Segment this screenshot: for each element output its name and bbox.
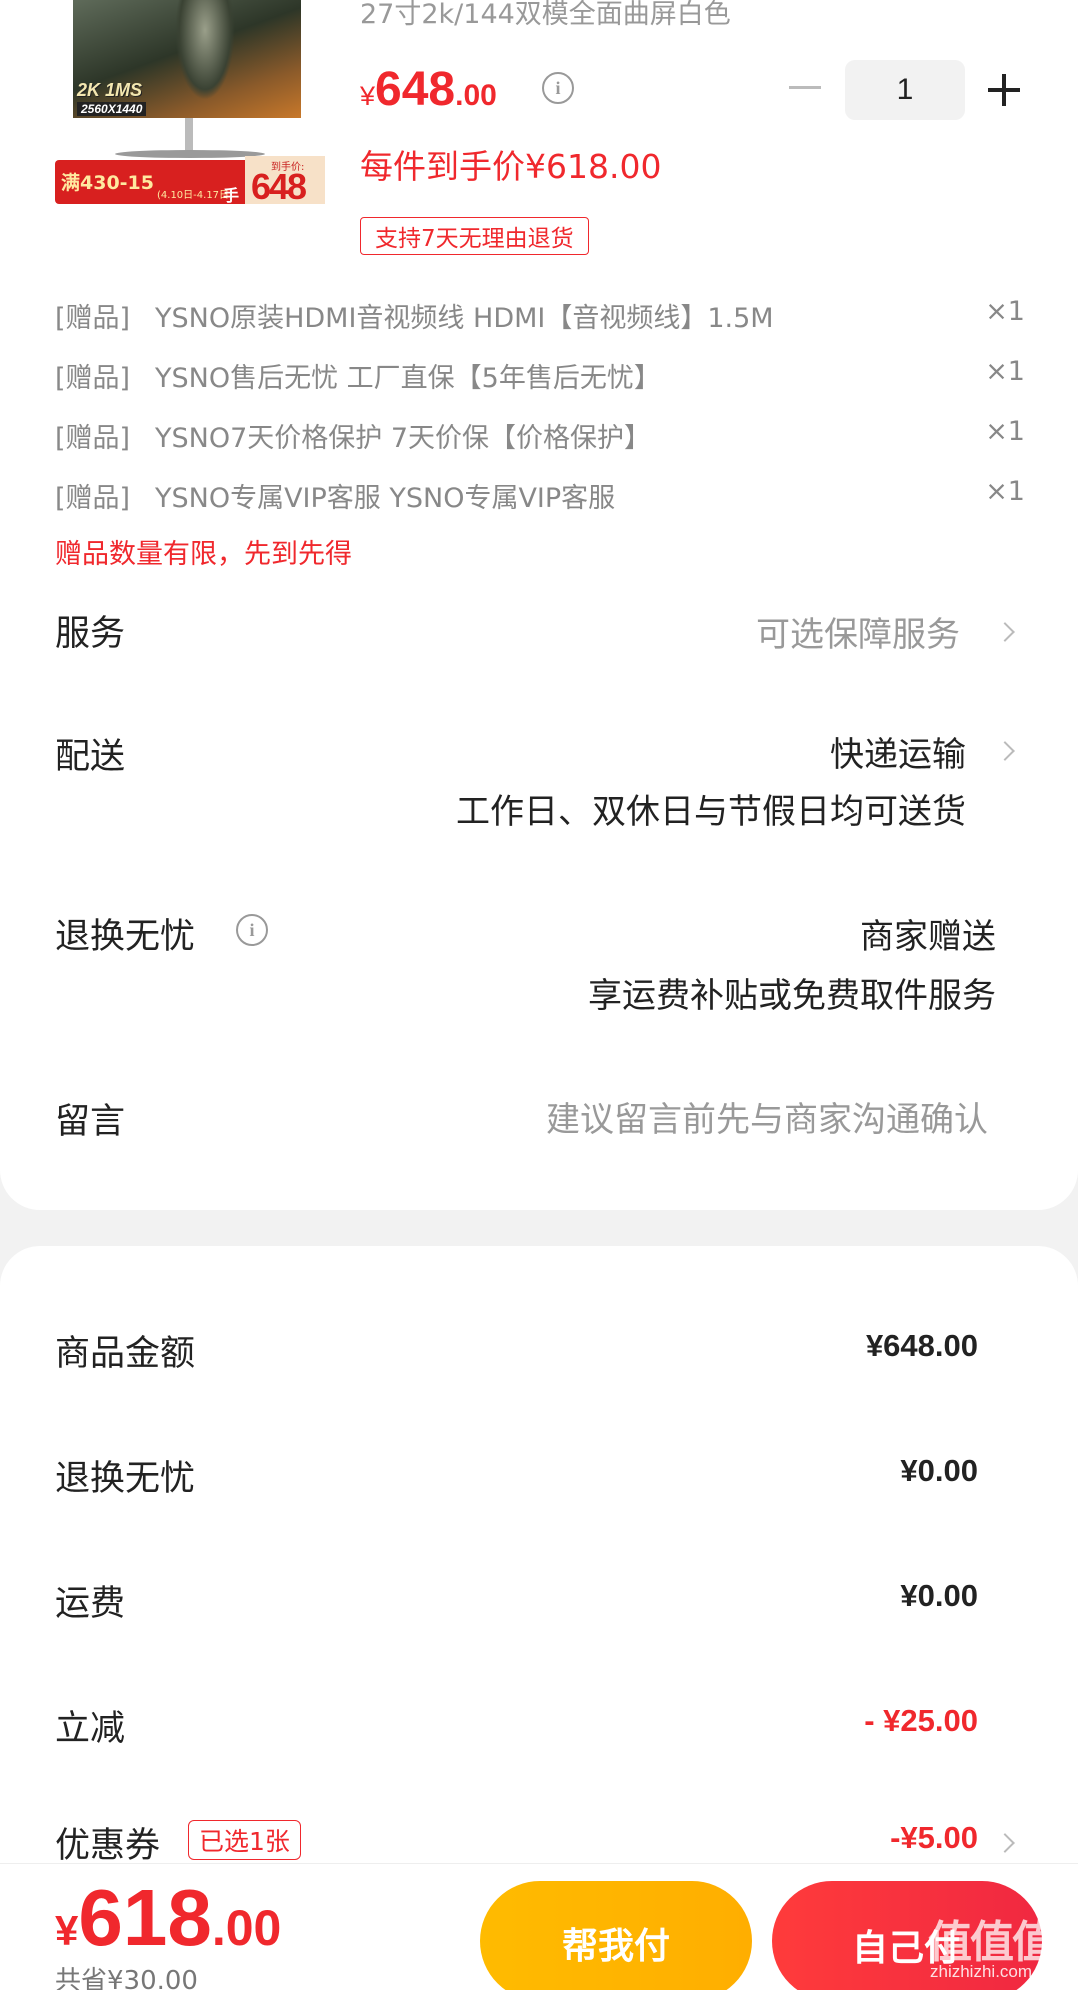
- shipping-fee-value: ¥0.00: [900, 1578, 978, 1613]
- worry-free-fee-value: ¥0.00: [900, 1453, 978, 1488]
- per-item-final-price: 每件到手价¥618.00: [360, 147, 662, 186]
- price-decimal: .00: [455, 79, 497, 112]
- product-price: ¥648.00: [360, 62, 497, 117]
- goods-amount-value: ¥648.00: [865, 1328, 978, 1363]
- watermark-url: zhizhizhi.com: [930, 1962, 1033, 1981]
- help-me-pay-button[interactable]: 帮我付: [480, 1881, 752, 1990]
- gift-quantity: ×1: [985, 296, 1025, 327]
- price-integer: 648: [375, 63, 456, 116]
- total-price: ¥618.00: [55, 1872, 281, 1964]
- image-spec-label: 2K 1MS: [77, 80, 143, 100]
- image-promo-hand: 手: [223, 186, 240, 205]
- discount-label: 立减: [55, 1709, 126, 1749]
- worry-free-value: 商家赠送: [860, 917, 996, 957]
- game-character: [175, 0, 235, 100]
- product-title: 27寸2k/144双模全面曲屏白色: [360, 0, 731, 30]
- coupon-value[interactable]: -¥5.00: [890, 1820, 978, 1856]
- gift-name: YSNO原装HDMI音视频线 HDMI【音视频线】1.5M: [155, 303, 774, 334]
- price-info-icon[interactable]: i: [542, 72, 574, 104]
- service-option-link[interactable]: 可选保障服务: [756, 607, 960, 656]
- delivery-label: 配送: [55, 737, 126, 777]
- delivery-method[interactable]: 快递运输: [830, 727, 966, 776]
- quantity-decrease-button[interactable]: [788, 70, 822, 104]
- quantity-increase-button[interactable]: [988, 74, 1020, 106]
- gift-quantity: ×1: [985, 476, 1025, 507]
- service-label: 服务: [55, 614, 126, 654]
- gift-name: YSNO售后无忧 工厂直保【5年售后无忧】: [155, 363, 661, 394]
- gift-quantity: ×1: [985, 356, 1025, 387]
- quantity-input[interactable]: 1: [845, 60, 965, 120]
- gift-limit-note: 赠品数量有限，先到先得: [55, 539, 352, 570]
- product-image[interactable]: 2K 1MS 2560X1440 满430-15 (4.10日-4.17日) 手…: [55, 0, 325, 205]
- watermark-logo: 值值值: [928, 1917, 1056, 1968]
- gift-tag: [赠品]: [55, 363, 131, 394]
- saved-amount: 共省¥30.00: [55, 1966, 198, 1990]
- goods-amount-label: 商品金额: [55, 1334, 196, 1374]
- coupon-label: 优惠券: [55, 1826, 161, 1866]
- worry-free-fee-label: 退换无忧: [55, 1459, 196, 1499]
- gift-item: [赠品] YSNO7天价格保护 7天价保【价格保护】 ×1: [55, 416, 1025, 456]
- gift-item: [赠品] YSNO售后无忧 工厂直保【5年售后无忧】 ×1: [55, 356, 1025, 396]
- image-promo-price-box: 到手价: 648: [245, 156, 325, 205]
- worry-free-description: 享运费补贴或免费取件服务: [588, 976, 996, 1016]
- shipping-fee-label: 运费: [55, 1584, 126, 1624]
- gift-quantity: ×1: [985, 416, 1025, 447]
- monitor-base: [115, 150, 265, 158]
- price-symbol: ¥: [360, 81, 376, 111]
- total-symbol: ¥: [55, 1907, 79, 1954]
- image-promo-dates: (4.10日-4.17日): [157, 190, 233, 201]
- gift-name: YSNO7天价格保护 7天价保【价格保护】: [155, 423, 652, 454]
- gift-tag: [赠品]: [55, 423, 131, 454]
- image-resolution-label: 2560X1440: [77, 102, 147, 116]
- discount-value: - ¥25.00: [864, 1703, 978, 1738]
- worry-free-label: 退换无忧: [55, 917, 196, 957]
- image-promo-price: 648: [251, 166, 307, 205]
- gift-tag: [赠品]: [55, 483, 131, 514]
- gift-name: YSNO专属VIP客服 YSNO专属VIP客服: [155, 483, 616, 514]
- return-policy-badge: 支持7天无理由退货: [360, 217, 589, 255]
- image-promo-text: 满430-15: [61, 172, 154, 194]
- monitor-stand: [185, 118, 193, 152]
- message-input[interactable]: 建议留言前先与商家沟通确认: [546, 1092, 988, 1141]
- worry-free-info-icon[interactable]: i: [236, 914, 268, 946]
- gift-item: [赠品] YSNO原装HDMI音视频线 HDMI【音视频线】1.5M ×1: [55, 296, 1025, 336]
- coupon-selected-badge[interactable]: 已选1张: [188, 1820, 301, 1860]
- message-label: 留言: [55, 1102, 126, 1142]
- gift-item: [赠品] YSNO专属VIP客服 YSNO专属VIP客服 ×1: [55, 476, 1025, 516]
- gift-tag: [赠品]: [55, 303, 131, 334]
- total-decimal: .00: [211, 1900, 282, 1956]
- total-integer: 618: [78, 1873, 212, 1962]
- delivery-schedule: 工作日、双休日与节假日均可送货: [456, 792, 966, 832]
